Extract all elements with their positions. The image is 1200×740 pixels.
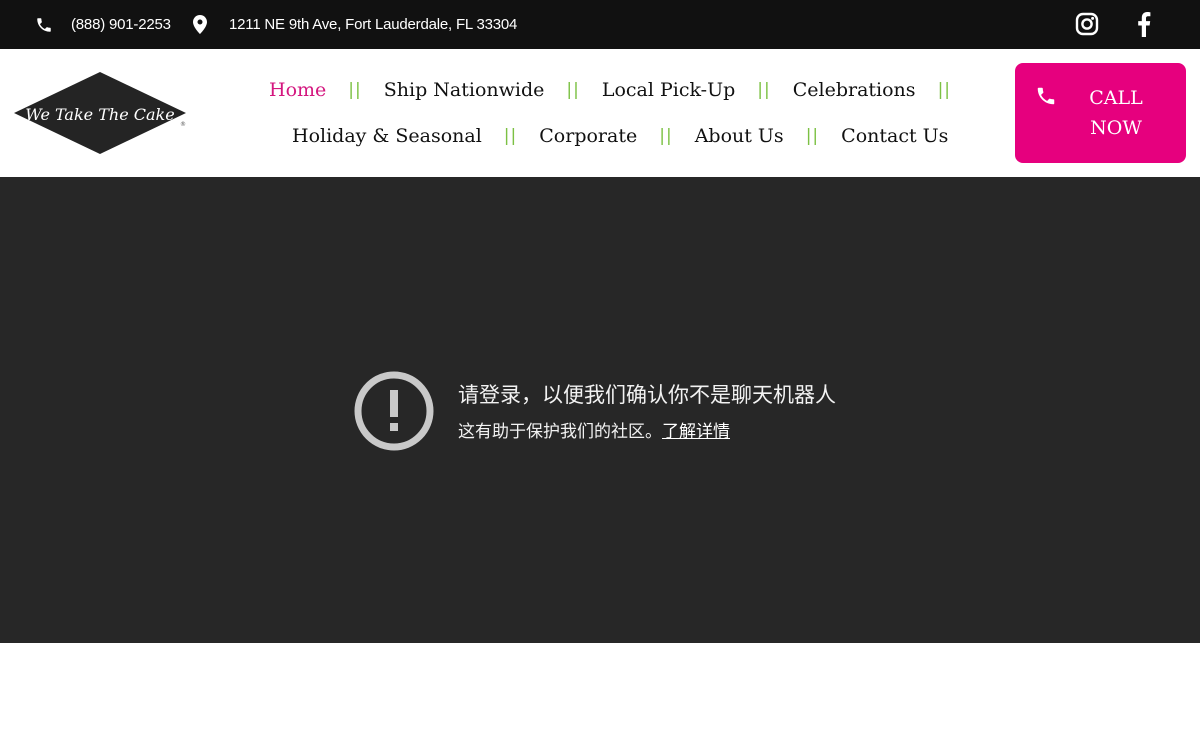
nav-about-us[interactable]: About Us [695, 125, 784, 147]
learn-more-link[interactable]: 了解详情 [662, 422, 730, 442]
nav-separator: || [805, 126, 820, 146]
svg-text:We Take The Cake: We Take The Cake [25, 105, 174, 124]
nav-separator: || [348, 80, 362, 100]
nav-ship-nationwide[interactable]: Ship Nationwide [384, 79, 545, 101]
nav-separator: || [503, 126, 518, 146]
svg-text:®: ® [180, 121, 186, 128]
nav-holiday-seasonal[interactable]: Holiday & Seasonal [292, 125, 482, 147]
phone-icon [37, 18, 51, 32]
call-now-line-1: CALL [1089, 87, 1143, 109]
instagram-icon[interactable] [1075, 12, 1099, 36]
call-now-label: CALL NOW [1075, 83, 1157, 143]
nav-celebrations[interactable]: Celebrations [793, 79, 916, 101]
phone-icon [1037, 87, 1055, 105]
login-notice-panel: 请登录，以便我们确认你不是聊天机器人 这有助于保护我们的社区。了解详情 [0, 177, 1200, 643]
nav-separator: || [757, 80, 771, 100]
notice-subtitle: 这有助于保护我们的社区。了解详情 [458, 417, 730, 442]
notice-subtitle-text: 这有助于保护我们的社区。 [458, 422, 662, 442]
nav-separator: || [566, 80, 580, 100]
nav-home[interactable]: Home [269, 79, 326, 101]
page-bottom-area [0, 643, 1200, 740]
nav-separator: || [659, 126, 673, 146]
address-link[interactable]: 1211 NE 9th Ave, Fort Lauderdale, FL 333… [229, 0, 517, 49]
main-nav-row-2: Holiday & Seasonal || Corporate || About… [292, 121, 948, 151]
call-now-button[interactable]: CALL NOW [1015, 63, 1186, 163]
nav-contact-us[interactable]: Contact Us [841, 125, 948, 147]
we-take-the-cake-logo[interactable]: We Take The Cake ® [12, 71, 188, 155]
facebook-icon[interactable] [1134, 11, 1152, 37]
exclamation-circle-icon [354, 371, 434, 451]
nav-separator: || [937, 80, 952, 100]
main-nav-row-1: Home || Ship Nationwide || Local Pick-Up… [269, 75, 973, 105]
phone-number-link[interactable]: (888) 901-2253 [71, 0, 171, 49]
site-header: We Take The Cake ® Home || Ship Nationwi… [0, 49, 1200, 177]
notice-title: 请登录，以便我们确认你不是聊天机器人 [458, 383, 836, 407]
map-pin-icon [193, 15, 207, 34]
call-now-line-2: NOW [1090, 117, 1142, 139]
top-bar: (888) 901-2253 1211 NE 9th Ave, Fort Lau… [0, 0, 1200, 49]
nav-local-pick-up[interactable]: Local Pick-Up [602, 79, 735, 101]
nav-corporate[interactable]: Corporate [539, 125, 637, 147]
